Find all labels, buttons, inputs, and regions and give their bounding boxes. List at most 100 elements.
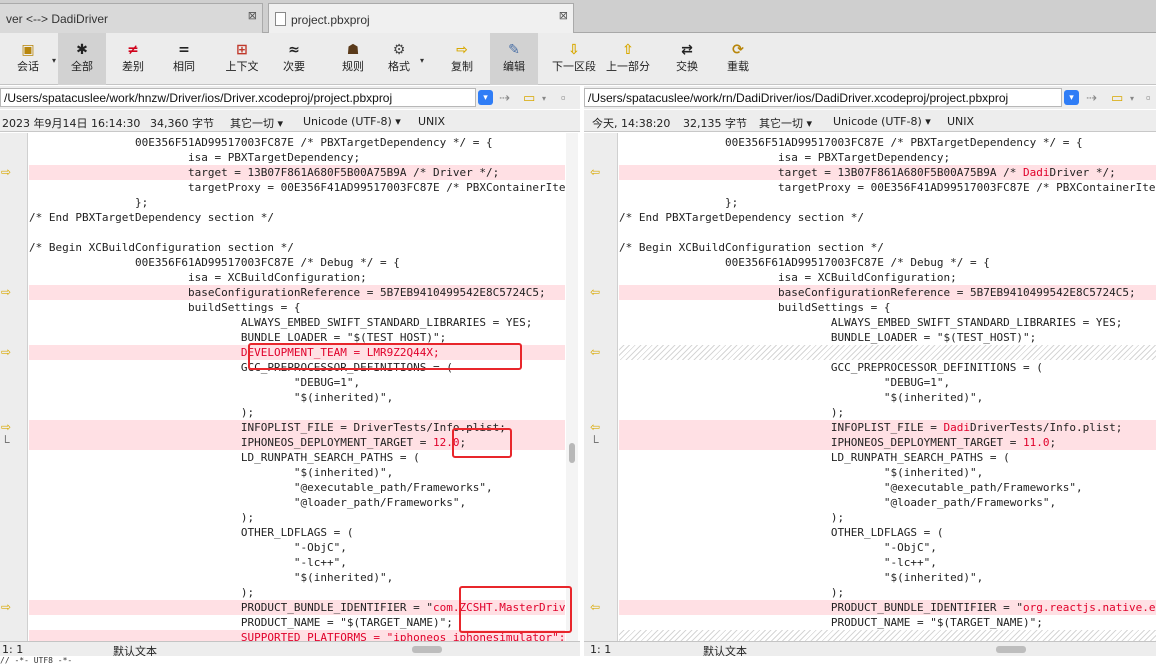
left-path-row: /Users/spatacuslee/work/hnzw/Driver/ios/…	[0, 86, 580, 109]
tab-project-pbxproj[interactable]: project.pbxproj ⊠	[268, 3, 574, 33]
copy-button[interactable]: ⇨ 复制	[440, 33, 484, 85]
code-line: BUNDLE_LOADER = "$(TEST_HOST)";	[619, 330, 1156, 345]
context-button[interactable]: ⊞ 上下文	[220, 33, 264, 85]
copy-arrow-icon[interactable]: ⇨	[1, 165, 11, 180]
format-icon: ⚙	[392, 42, 406, 58]
diffs-button[interactable]: ≠ 差别	[112, 33, 154, 85]
code-text: "DEBUG=1",	[619, 376, 951, 389]
code-text: Driver */;	[1049, 166, 1116, 179]
reload-file-icon[interactable]: ⇢	[499, 90, 510, 106]
minor-button[interactable]: ≈ 次要	[272, 33, 316, 85]
code-line: "-ObjC",	[29, 540, 565, 555]
code-line: targetProxy = 00E356F41AD99517003FC87E /…	[619, 180, 1156, 195]
copy-arrow-icon[interactable]: └	[590, 435, 599, 450]
encoding-select[interactable]: Unicode (UTF-8) ▾	[303, 115, 401, 128]
code-line: OTHER_LDFLAGS = (	[29, 525, 565, 540]
scroll-thumb[interactable]	[569, 443, 575, 463]
code-line: "DEBUG=1",	[29, 375, 565, 390]
code-line	[619, 630, 1156, 641]
code-text: );	[619, 406, 845, 419]
code-text: );	[29, 586, 255, 599]
left-scrollbar[interactable]	[566, 133, 578, 641]
code-line: "$(inherited)",	[619, 465, 1156, 480]
save-icon[interactable]: ▫	[1146, 90, 1151, 105]
tab-session[interactable]: ver <--> DadiDriver ⊠	[0, 3, 263, 33]
code-line: target = 13B07F861A680F5B00A75B9A /* Dri…	[29, 165, 565, 180]
document-icon	[275, 12, 286, 26]
code-text: IPHONEOS_DEPLOYMENT_TARGET =	[619, 436, 1023, 449]
code-text: target = 13B07F861A680F5B00A75B9A /*	[619, 166, 1023, 179]
code-line: /* End PBXTargetDependency section */	[29, 210, 565, 225]
code-text: "@executable_path/Frameworks",	[29, 481, 493, 494]
code-line: "-lc++",	[619, 555, 1156, 570]
code-line: "-lc++",	[29, 555, 565, 570]
code-text: "$(inherited)",	[29, 391, 394, 404]
chevron-down-icon[interactable]: ▾	[478, 90, 493, 105]
left-editor[interactable]: 00E356F51AD99517003FC87E /* PBXTargetDep…	[29, 133, 565, 641]
chevron-down-icon[interactable]: ▾	[1130, 94, 1134, 103]
line-separator-select[interactable]: 其它一切 ▾	[759, 115, 812, 131]
code-text: IPHONEOS_DEPLOYMENT_TARGET =	[29, 436, 433, 449]
session-button[interactable]: ▣ 会话 ▾	[8, 33, 56, 85]
copy-arrow-icon[interactable]: ⇨	[1, 345, 11, 360]
copy-arrow-icon[interactable]: ⇨	[1, 600, 11, 615]
copy-arrow-icon[interactable]: ⇦	[590, 600, 600, 615]
code-text: baseConfigurationReference = 5B7EB941049…	[29, 286, 546, 299]
code-line: 00E356F61AD99517003FC87E /* Debug */ = {	[619, 255, 1156, 270]
code-text: );	[29, 406, 255, 419]
prev-section-button[interactable]: ⇧ 上一部分	[602, 33, 654, 85]
right-editor[interactable]: 00E356F51AD99517003FC87E /* PBXTargetDep…	[619, 133, 1156, 641]
code-text: "$(inherited)",	[29, 466, 394, 479]
copy-arrow-icon[interactable]: └	[1, 435, 10, 450]
code-text: targetProxy = 00E356F41AD99517003FC87E /…	[777, 181, 1156, 194]
reload-file-icon[interactable]: ⇢	[1086, 90, 1097, 106]
code-line: );	[619, 585, 1156, 600]
folder-icon[interactable]: ▭	[1111, 90, 1123, 106]
code-line: baseConfigurationReference = 5B7EB941049…	[619, 285, 1156, 300]
encoding-select[interactable]: Unicode (UTF-8) ▾	[833, 115, 931, 128]
code-line: LD_RUNPATH_SEARCH_PATHS = (	[619, 450, 1156, 465]
all-button[interactable]: ✱ 全部	[58, 33, 106, 85]
copy-arrow-icon[interactable]: ⇦	[590, 420, 600, 435]
next-section-button[interactable]: ⇩ 下一区段	[548, 33, 600, 85]
horizontal-scroll-thumb[interactable]	[412, 646, 442, 653]
code-text: ;	[1049, 436, 1057, 449]
copy-arrow-icon[interactable]: ⇨	[1, 420, 11, 435]
rules-button[interactable]: ☗ 规则	[333, 33, 373, 85]
folder-icon[interactable]: ▭	[523, 90, 535, 106]
line-separator-select[interactable]: 其它一切 ▾	[230, 115, 283, 131]
horizontal-scroll-thumb[interactable]	[996, 646, 1026, 653]
code-text: "@loader_path/Frameworks",	[29, 496, 467, 509]
asterisk-icon: ✱	[76, 42, 88, 58]
code-text: isa = XCBuildConfiguration;	[29, 271, 367, 284]
code-text: PRODUCT_NAME = "$(TARGET_NAME)";	[619, 616, 1043, 629]
swap-icon: ⇄	[681, 42, 693, 58]
code-text: GCC_PREPROCESSOR_DEFINITIONS = (	[619, 361, 1043, 374]
close-icon[interactable]: ⊠	[248, 9, 257, 22]
reload-button[interactable]: ⟳ 重载	[718, 33, 758, 85]
equal-icon: =	[178, 42, 190, 58]
code-line: INFOPLIST_FILE = DadiDriverTests/Info.pl…	[619, 420, 1156, 435]
chevron-down-icon[interactable]: ▾	[542, 94, 546, 103]
right-path-field[interactable]: /Users/spatacuslee/work/rn/DadiDriver/io…	[584, 88, 1062, 107]
copy-arrow-icon[interactable]: ⇦	[590, 165, 600, 180]
copy-arrow-icon[interactable]: ⇨	[1, 285, 11, 300]
chevron-down-icon[interactable]: ▾	[1064, 90, 1079, 105]
copy-arrow-icon[interactable]: ⇦	[590, 345, 600, 360]
format-button[interactable]: ⚙ 格式 ▾	[382, 33, 424, 85]
edit-button[interactable]: ✎ 编辑	[490, 33, 538, 85]
swap-button[interactable]: ⇄ 交换	[665, 33, 709, 85]
code-text: 00E356F51AD99517003FC87E /* PBXTargetDep…	[29, 136, 493, 149]
save-icon[interactable]: ▫	[561, 90, 566, 105]
left-path-field[interactable]: /Users/spatacuslee/work/hnzw/Driver/ios/…	[0, 88, 476, 107]
code-text: 00E356F61AD99517003FC87E /* Debug */ = {	[619, 256, 990, 269]
copy-arrow-icon[interactable]: ⇦	[590, 285, 600, 300]
same-button[interactable]: = 相同	[163, 33, 205, 85]
code-line: isa = XCBuildConfiguration;	[29, 270, 565, 285]
left-file-info: 2023 年9月14日 16:14:30 34,360 字节 其它一切 ▾ Un…	[0, 110, 580, 132]
close-icon[interactable]: ⊠	[559, 9, 568, 22]
code-text: BUNDLE_LOADER = "$(TEST_HOST)";	[619, 331, 1037, 344]
code-text: "-lc++",	[29, 556, 347, 569]
